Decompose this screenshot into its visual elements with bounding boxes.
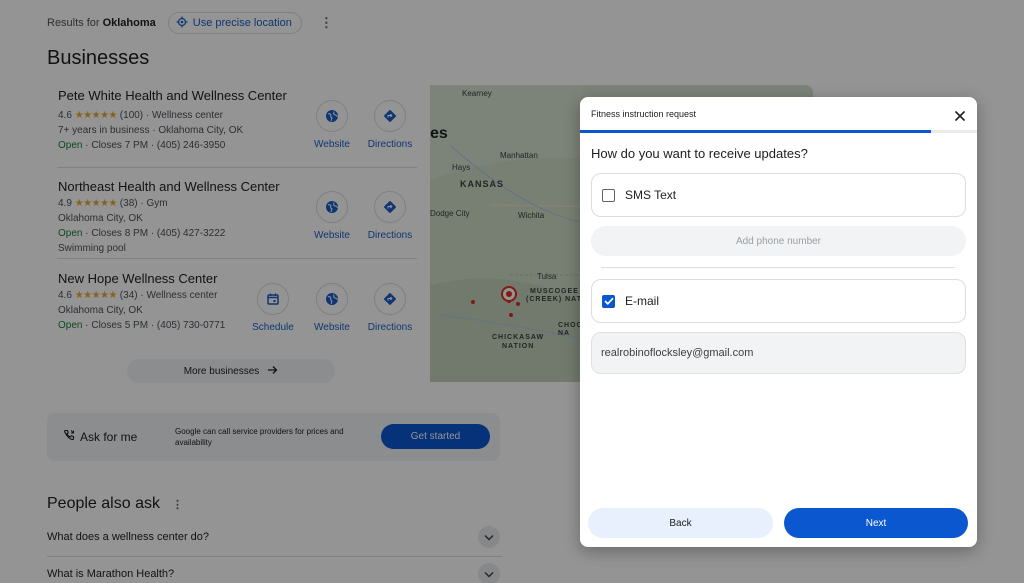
progress-bar	[580, 130, 977, 133]
dialog-header: Fitness instruction request	[580, 97, 977, 134]
dialog-question: How do you want to receive updates?	[591, 146, 808, 161]
email-option[interactable]: E-mail	[591, 279, 966, 323]
email-label: E-mail	[625, 294, 660, 308]
close-icon	[954, 110, 966, 122]
phone-number-input[interactable]: Add phone number	[591, 226, 966, 256]
dialog-title: Fitness instruction request	[591, 109, 697, 119]
close-button[interactable]	[950, 106, 970, 126]
back-button[interactable]: Back	[588, 508, 773, 538]
email-checkbox[interactable]	[602, 294, 615, 308]
email-input[interactable]: realrobinoflocksley@gmail.com	[591, 332, 966, 374]
progress-fill	[580, 130, 932, 133]
search-results-page: Results for Oklahoma Use precise locatio…	[0, 0, 1024, 583]
sms-option[interactable]: SMS Text	[591, 173, 966, 217]
fitness-request-dialog: Fitness instruction request How do you w…	[580, 97, 977, 547]
next-button[interactable]: Next	[784, 508, 968, 538]
sms-checkbox[interactable]	[602, 188, 615, 202]
divider	[601, 267, 955, 268]
sms-label: SMS Text	[625, 188, 677, 202]
checkmark-icon	[603, 297, 614, 305]
